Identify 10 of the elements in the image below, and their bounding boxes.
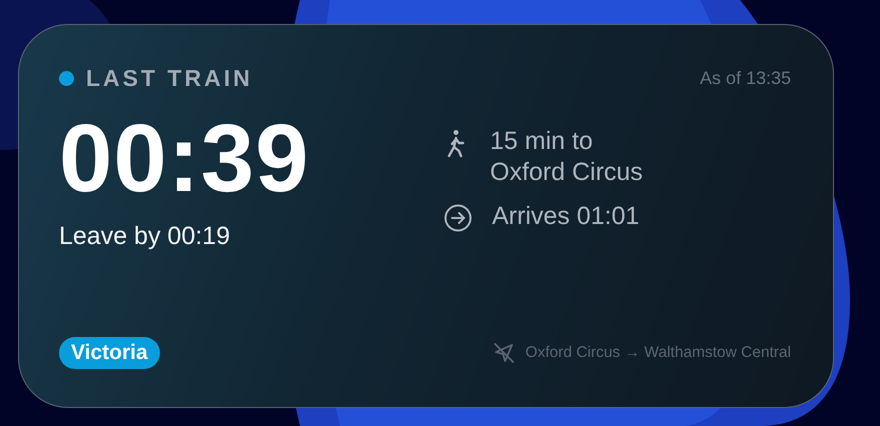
location-off-icon	[493, 342, 516, 364]
leave-by-time: Leave by 00:19	[59, 222, 231, 251]
detail-text: Arrives 01:01	[492, 200, 640, 232]
arrow-circle-icon	[444, 204, 472, 232]
countdown-time: 00:39	[59, 106, 311, 212]
line-badge: Victoria	[59, 337, 160, 369]
updated-time: As of 13:35	[700, 68, 791, 89]
detail-text: 15 min to Oxford Circus	[490, 126, 643, 188]
widget-title: LAST TRAIN	[86, 65, 253, 92]
route-text: Oxford Circus → Walthamstow Central	[525, 344, 791, 362]
